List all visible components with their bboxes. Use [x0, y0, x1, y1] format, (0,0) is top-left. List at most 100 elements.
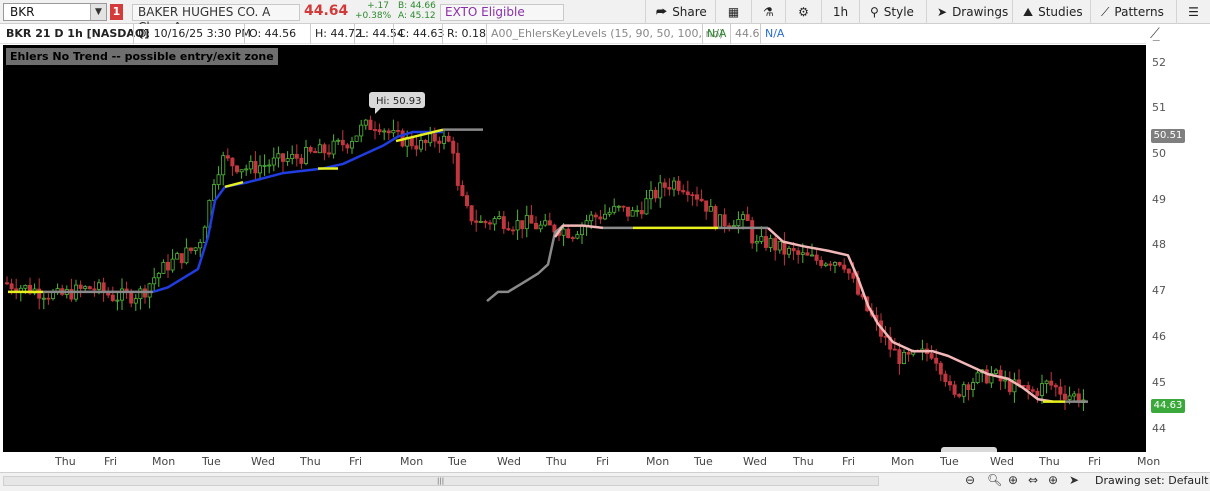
candlestick	[331, 134, 336, 159]
style-label: Style	[883, 5, 914, 19]
flask-button[interactable]: ⚗	[751, 0, 785, 24]
chart-title: BKR 21 D 1h [NASDAQ]	[6, 27, 150, 40]
share-button[interactable]: ⮫ Share	[645, 0, 715, 24]
candlestick	[566, 225, 571, 239]
time-tick-label: Mon	[1137, 455, 1161, 468]
patterns-button[interactable]: ⟋ Patterns	[1090, 0, 1176, 24]
candlestick	[510, 226, 515, 235]
candlestick	[538, 220, 543, 233]
price-tick-label: 51	[1152, 101, 1166, 114]
candlestick	[943, 370, 948, 387]
pointer-icon[interactable]: ➤	[1069, 473, 1079, 487]
candlestick	[225, 148, 230, 162]
candlestick	[1076, 388, 1081, 408]
candlestick	[290, 145, 295, 165]
candlestick	[322, 142, 327, 161]
timeframe-button[interactable]: 1h	[821, 0, 859, 24]
candlestick	[313, 147, 318, 154]
zoom-out-icon[interactable]: ⊖	[965, 473, 975, 487]
drawings-button[interactable]: ➤ Drawings	[926, 0, 1012, 24]
candlestick	[428, 126, 433, 147]
candlestick	[994, 368, 999, 376]
candlestick	[828, 260, 833, 271]
candlestick	[285, 151, 290, 166]
studies-label: Studies	[1038, 5, 1083, 19]
percent-change: +0.38%	[355, 11, 392, 21]
scroll-grip-icon[interactable]: |||	[437, 477, 445, 485]
candlestick	[303, 139, 308, 166]
candlestick	[124, 281, 129, 299]
candlestick	[1058, 378, 1063, 401]
ehlers-banner: Ehlers No Trend -- possible entry/exit z…	[6, 48, 278, 65]
share-icon: ⮫	[656, 5, 668, 19]
candlestick	[317, 138, 322, 154]
symbol-input[interactable]: BKR ▼	[3, 3, 107, 21]
link-group-badge[interactable]: 1	[110, 4, 123, 20]
time-tick-label: Wed	[497, 455, 521, 468]
menu-button[interactable]: ☰	[1176, 0, 1210, 24]
candlestick	[451, 136, 456, 164]
share-label: Share	[672, 5, 707, 19]
candlestick	[239, 169, 244, 179]
studies-button[interactable]: ⛰ Studies	[1012, 0, 1090, 24]
chart-canvas[interactable]: Hi: 50.93	[3, 45, 1146, 455]
zoom-out-magnifier-icon[interactable]: 🔍︎	[987, 473, 1002, 487]
high-label-text: Hi: 50.93	[376, 96, 421, 107]
price-tick-label: 45	[1152, 376, 1166, 389]
trendline-tool-icon[interactable]: ⟋̲	[1150, 26, 1172, 44]
crosshair-icon[interactable]: ⊕	[1048, 473, 1058, 487]
candlestick	[515, 209, 520, 240]
pan-icon[interactable]: ⇔	[1028, 473, 1038, 487]
candlestick	[464, 191, 469, 209]
candlestick	[989, 366, 994, 388]
candlestick	[345, 142, 350, 154]
candlestick	[1081, 389, 1086, 412]
candlestick	[299, 154, 304, 169]
time-tick-label: Thu	[793, 455, 814, 468]
bid-ask: B: 44.66 A: 45.12	[398, 1, 436, 21]
time-tick-label: Tue	[448, 455, 467, 468]
candlestick	[469, 205, 474, 225]
candlestick	[929, 345, 934, 361]
candlestick	[184, 238, 189, 265]
candlestick	[359, 119, 364, 143]
study-value-2: 44.6	[730, 24, 760, 44]
candlestick	[18, 285, 23, 302]
exto-eligible-badge[interactable]: EXTO Eligible	[440, 4, 564, 21]
time-tick-label: Fri	[349, 455, 363, 468]
symbol-dropdown-icon[interactable]: ▼	[90, 4, 106, 20]
style-icon: ⚲	[870, 5, 879, 19]
candlestick	[534, 216, 539, 230]
zoom-in-icon[interactable]: ⊕	[1008, 473, 1018, 487]
candlestick	[474, 209, 479, 232]
candlestick	[87, 285, 92, 290]
candlestick	[938, 360, 943, 382]
candlestick	[819, 256, 824, 269]
candlestick	[492, 216, 497, 231]
price-tick-label: 52	[1152, 56, 1166, 69]
study-name[interactable]: A00_EhlersKeyLevels (15, 90, 50, 100, no…	[486, 24, 723, 44]
candlestick	[152, 267, 157, 291]
candlestick	[1053, 383, 1058, 397]
price-chart[interactable]: Hi: 50.93	[3, 45, 1146, 455]
candlestick	[750, 216, 755, 249]
price-tick-label: 48	[1152, 238, 1166, 251]
candlestick	[782, 232, 787, 266]
candlestick	[216, 166, 221, 190]
time-tick-label: Fri	[1088, 455, 1102, 468]
settings-button[interactable]: ⚙	[785, 0, 821, 24]
candlestick	[193, 247, 198, 255]
candlestick	[175, 251, 180, 260]
candlestick	[920, 339, 925, 361]
candlestick	[83, 285, 88, 292]
symbol-value: BKR	[10, 5, 35, 19]
candlestick	[662, 178, 667, 197]
ehlers-level-line	[486, 224, 564, 303]
candlestick	[60, 284, 65, 297]
calendar-icon: ▦	[727, 5, 740, 19]
style-button[interactable]: ⚲ Style	[859, 0, 926, 24]
candlestick	[248, 155, 253, 174]
candlestick	[731, 219, 736, 227]
drawing-set-label[interactable]: Drawing set: Default	[1095, 474, 1208, 487]
calendar-button[interactable]: ▦	[715, 0, 751, 24]
